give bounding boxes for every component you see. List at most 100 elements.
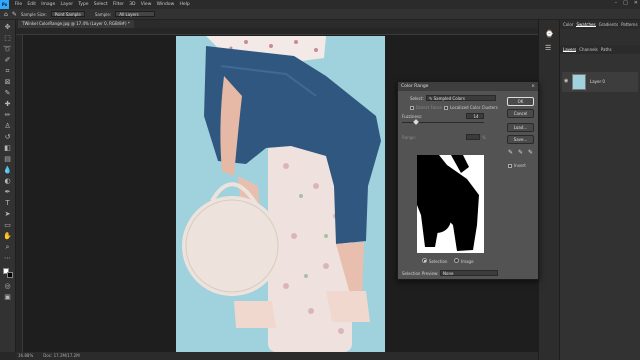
fuzziness-slider-thumb[interactable] — [413, 119, 419, 125]
detect-faces-checkbox[interactable] — [410, 106, 414, 110]
photoshop-logo: Ps — [0, 0, 9, 9]
ok-button[interactable]: OK — [507, 97, 534, 106]
document-tab[interactable]: TWinkel ColorRange.jpg @ 17.4% (Layer 0,… — [18, 20, 134, 28]
type-tool-icon[interactable]: T — [3, 199, 12, 208]
hand-tool-icon[interactable]: ✋ — [3, 232, 12, 241]
fuzziness-slider[interactable] — [402, 119, 484, 125]
sample-size-label: Sample Size: — [20, 11, 47, 17]
zoom-tool-icon[interactable]: ⌕ — [3, 243, 12, 252]
menu-select[interactable]: Select — [94, 2, 108, 7]
dodge-tool-icon[interactable]: ◐ — [3, 177, 12, 186]
save-button[interactable]: Save... — [507, 135, 534, 144]
frame-tool-icon[interactable]: ⊠ — [3, 78, 12, 87]
close-icon[interactable]: × — [531, 82, 535, 91]
eyedropper-tool-icon[interactable]: ✎ — [12, 11, 17, 18]
swatches-area[interactable] — [560, 29, 640, 45]
sandal-right — [326, 291, 370, 322]
selection-mask — [417, 155, 479, 251]
detect-faces-label: Detect Faces — [416, 105, 442, 110]
eyedropper-minus-icon[interactable]: ✎ — [528, 149, 533, 156]
crop-tool-icon[interactable]: ⌗ — [3, 67, 12, 76]
lasso-tool-icon[interactable]: ➰ — [3, 45, 12, 54]
maximize-icon[interactable]: □ — [623, 0, 628, 6]
sample-select[interactable]: All Layers — [115, 11, 156, 17]
menu-file[interactable]: File — [15, 2, 23, 7]
select-value: Sampled Colors — [433, 96, 465, 101]
eyedropper-icon[interactable]: ✎ — [508, 149, 513, 156]
properties-panel-icon[interactable]: ☰ — [545, 44, 551, 52]
photo-illustration — [182, 36, 381, 352]
round-bag — [182, 196, 282, 296]
menu-view[interactable]: View — [141, 2, 152, 7]
background-color-swatch[interactable] — [7, 272, 13, 278]
history-brush-icon[interactable]: ↺ — [3, 133, 12, 142]
menu-edit[interactable]: Edit — [27, 2, 36, 7]
eyedropper-plus-icon[interactable]: ✎ — [518, 149, 523, 156]
cancel-button[interactable]: Cancel — [507, 109, 534, 118]
load-button[interactable]: Load... — [507, 123, 534, 132]
sandal-left — [234, 301, 276, 328]
sample-size-select[interactable]: Point Sample — [50, 11, 85, 17]
tab-gradients[interactable]: Gradients — [599, 22, 619, 27]
more-tools-icon[interactable]: ⋯ — [3, 254, 12, 263]
tab-channels[interactable]: Channels — [579, 47, 598, 52]
marquee-tool-icon[interactable]: ⬚ — [3, 34, 12, 43]
visibility-eye-icon[interactable]: ◉ — [564, 78, 568, 84]
layer-name: Layer 0 — [590, 79, 605, 84]
dialog-titlebar[interactable]: Color Range × — [398, 82, 538, 91]
menu-filter[interactable]: Filter — [113, 2, 124, 7]
brush-tool-icon[interactable]: ✏ — [3, 111, 12, 120]
color-panel-tabs: Color Swatches Gradients Patterns — [560, 20, 640, 29]
menu-3d[interactable]: 3D — [129, 2, 135, 7]
menu-image[interactable]: Image — [41, 2, 55, 7]
fuzziness-label: Fuzziness: — [402, 114, 423, 119]
color-range-dialog: Color Range × Select: ✎ Sampled Colors D… — [397, 81, 539, 280]
shape-tool-icon[interactable]: ▭ — [3, 221, 12, 230]
minimize-icon[interactable]: – — [615, 0, 618, 6]
eraser-tool-icon[interactable]: ◧ — [3, 144, 12, 153]
range-input[interactable] — [466, 134, 480, 140]
quick-mask-icon[interactable]: ◎ — [3, 282, 12, 291]
localized-clusters-label: Localized Color Clusters — [450, 105, 498, 110]
panel-icon-strip: ⌚ ☰ — [538, 20, 560, 360]
invert-checkbox[interactable] — [508, 164, 512, 168]
menu-layer[interactable]: Layer — [61, 2, 74, 7]
dialog-title: Color Range — [401, 84, 429, 89]
move-tool-icon[interactable]: ✥ — [3, 23, 12, 32]
tab-paths[interactable]: Paths — [601, 47, 612, 52]
pen-tool-icon[interactable]: ✒ — [3, 188, 12, 197]
tab-color[interactable]: Color — [563, 22, 573, 27]
zoom-readout[interactable]: 16.88% — [18, 352, 33, 360]
blur-tool-icon[interactable]: 💧 — [3, 166, 12, 175]
localized-clusters-checkbox[interactable] — [444, 106, 448, 110]
document-tab-bar: TWinkel ColorRange.jpg @ 17.4% (Layer 0,… — [18, 20, 538, 28]
history-panel-icon[interactable]: ⌚ — [545, 30, 554, 38]
select-label: Select: — [410, 96, 424, 101]
image-radio[interactable] — [454, 258, 459, 263]
selection-preview-select[interactable]: None — [440, 270, 498, 276]
healing-brush-icon[interactable]: ✚ — [3, 100, 12, 109]
selection-preview-image[interactable] — [417, 155, 484, 253]
fuzziness-input[interactable]: 14 — [466, 113, 484, 119]
document-image[interactable] — [176, 36, 385, 352]
tab-swatches[interactable]: Swatches — [576, 22, 596, 27]
path-select-icon[interactable]: ➤ — [3, 210, 12, 219]
menu-type[interactable]: Type — [78, 2, 88, 7]
stamp-tool-icon[interactable]: ♙ — [3, 122, 12, 131]
tab-patterns[interactable]: Patterns — [621, 22, 637, 27]
menu-window[interactable]: Window — [157, 2, 175, 7]
menu-bar: Ps File Edit Image Layer Type Select Fil… — [0, 0, 640, 9]
menu-help[interactable]: Help — [180, 2, 190, 7]
select-dropdown[interactable]: ✎ Sampled Colors — [426, 95, 496, 101]
eyedropper-icon[interactable]: ✎ — [3, 89, 12, 98]
close-window-icon[interactable]: ✕ — [634, 0, 638, 6]
gradient-tool-icon[interactable]: ▤ — [3, 155, 12, 164]
tab-layers[interactable]: Layers — [563, 47, 577, 52]
quick-select-tool-icon[interactable]: ✐ — [3, 56, 12, 65]
selection-preview-label: Selection Preview: — [402, 271, 439, 276]
selection-radio[interactable] — [422, 258, 427, 263]
screen-mode-icon[interactable]: ▣ — [3, 293, 12, 302]
home-icon[interactable]: ⌂ — [4, 11, 8, 18]
layer-row[interactable]: ◉ Layer 0 — [562, 72, 638, 92]
horizontal-ruler — [16, 28, 538, 35]
